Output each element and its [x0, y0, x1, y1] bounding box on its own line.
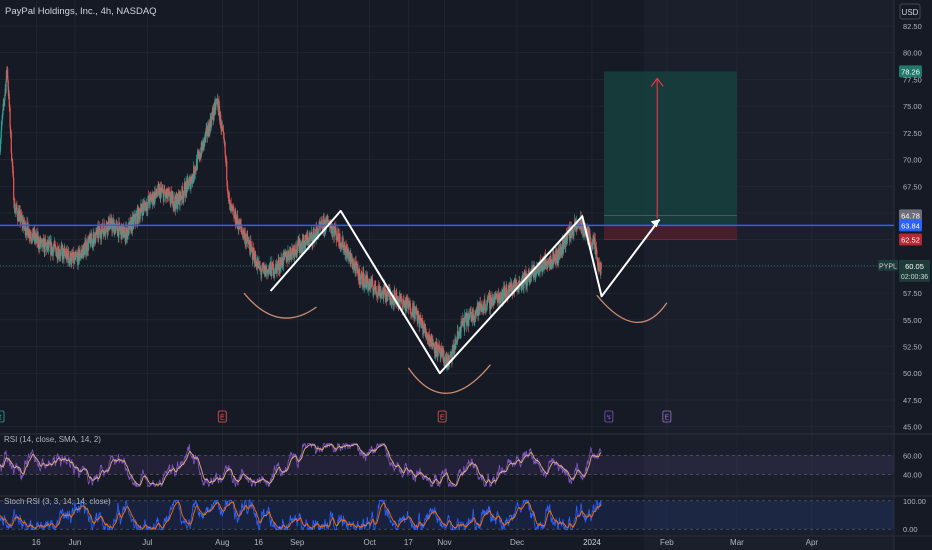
stoch-rsi-label: Stoch RSI (3, 3, 14, 14, close): [4, 497, 111, 506]
price-tick-label: 70.00: [903, 156, 922, 165]
candle[interactable]: [123, 236, 125, 238]
candle[interactable]: [573, 230, 575, 237]
price-tick-label: 72.50: [903, 129, 922, 138]
event-marker-label: ↥: [0, 414, 3, 422]
entry-price-label: 64.78: [901, 211, 920, 220]
indicator-band: [0, 455, 894, 475]
stop-price-label: 62.52: [901, 235, 920, 244]
stoch-rsi-pane[interactable]: [0, 498, 894, 532]
candle[interactable]: [74, 256, 76, 261]
price-tick-label: 55.00: [903, 316, 922, 325]
currency-label: USD: [902, 8, 919, 17]
chart-title: PayPal Holdings, Inc., 4h, NASDAQ: [5, 6, 157, 17]
price-tick-label: 67.50: [903, 182, 922, 191]
time-tick-label: Oct: [363, 538, 376, 547]
candle[interactable]: [332, 228, 334, 234]
long-position-tool[interactable]: [604, 71, 737, 240]
candle[interactable]: [1, 121, 3, 131]
candle[interactable]: [9, 108, 11, 127]
time-tick-label: Mar: [730, 538, 744, 547]
candle[interactable]: [163, 192, 165, 202]
stop-zone[interactable]: [604, 225, 737, 240]
time-tick-label: 16: [254, 538, 263, 547]
candle[interactable]: [516, 282, 518, 286]
candle[interactable]: [425, 329, 427, 336]
price-chart[interactable]: ↥ E E ↯ E 16 Jun Jul Aug 16 Sep Oct 17 Nov Dec 2024 Feb…: [0, 0, 932, 550]
candle[interactable]: [232, 206, 234, 210]
rsi-label: RSI (14, close, SMA, 14, 2): [4, 435, 101, 444]
price-tick-label: 45.00: [903, 423, 922, 432]
event-marker-label: E: [440, 415, 445, 422]
candle[interactable]: [226, 161, 228, 181]
candle[interactable]: [302, 243, 304, 251]
profit-zone[interactable]: [604, 71, 737, 226]
price-tick-label: 50.00: [903, 369, 922, 378]
time-tick-label: Dec: [510, 538, 524, 547]
candle[interactable]: [68, 250, 70, 260]
candle[interactable]: [187, 178, 189, 183]
candle[interactable]: [188, 185, 190, 189]
candle[interactable]: [387, 296, 389, 301]
price-tick-label: 80.00: [903, 49, 922, 58]
time-tick-label: Apr: [806, 538, 819, 547]
event-marker-label: ↯: [606, 414, 612, 422]
time-tick-label: Aug: [215, 538, 229, 547]
time-tick-label: 16: [32, 538, 41, 547]
time-tick-label: Jun: [68, 538, 81, 547]
candle[interactable]: [135, 215, 137, 224]
time-tick-label: 17: [404, 538, 413, 547]
candle[interactable]: [384, 285, 386, 289]
price-tick-label: 75.00: [903, 102, 922, 111]
last-price-label: 60.05: [905, 262, 924, 271]
resistance-price-label: 63.84: [901, 221, 920, 230]
candle[interactable]: [289, 247, 291, 256]
time-tick-label: Nov: [437, 538, 451, 547]
candle[interactable]: [444, 358, 446, 366]
event-marker-label: E: [220, 415, 225, 422]
bar-countdown-label: 02:00:36: [901, 274, 928, 281]
candle[interactable]: [535, 273, 537, 275]
price-tick-label: 52.50: [903, 343, 922, 352]
time-tick-label: Jul: [142, 538, 152, 547]
candle[interactable]: [449, 354, 451, 358]
target-price-label: 78.26: [901, 67, 920, 76]
event-marker-label: E: [665, 415, 670, 422]
time-tick-label: 2024: [583, 538, 601, 547]
candle[interactable]: [93, 232, 95, 238]
candle[interactable]: [15, 210, 17, 212]
price-tick-label: 47.50: [903, 396, 922, 405]
symbol-label: PYPL: [879, 263, 897, 270]
time-tick-label: Feb: [660, 538, 674, 547]
time-tick-label: Sep: [290, 538, 305, 547]
price-tick-label: 57.50: [903, 289, 922, 298]
price-tick-label: 82.50: [903, 22, 922, 31]
candle[interactable]: [54, 245, 57, 249]
